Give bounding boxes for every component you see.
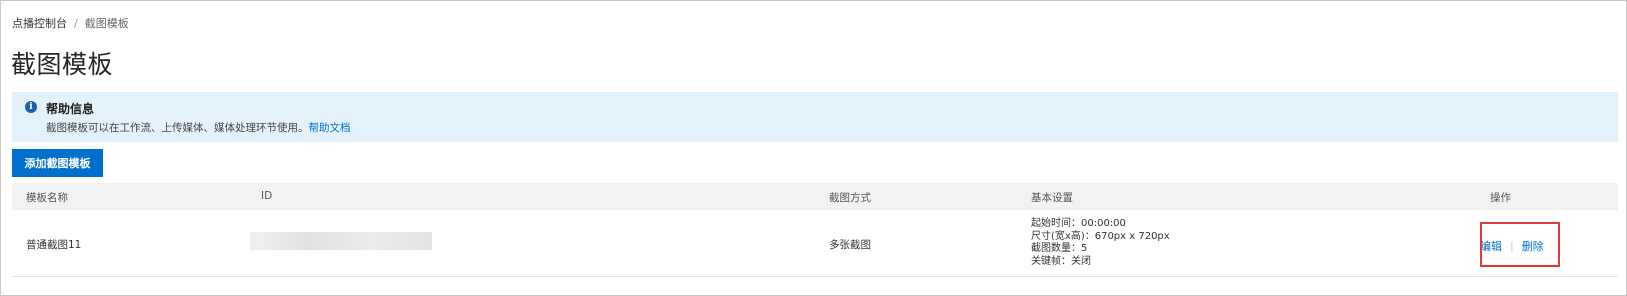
- column-header-id: ID: [261, 190, 273, 202]
- add-snapshot-template-button[interactable]: 添加截图模板: [12, 149, 103, 177]
- column-header-settings: 基本设置: [1031, 192, 1073, 204]
- breadcrumb-separator: /: [74, 17, 78, 30]
- help-doc-link[interactable]: 帮助文档: [309, 122, 351, 134]
- breadcrumb-console-link[interactable]: 点播控制台: [12, 17, 67, 30]
- setting-count: 截图数量：5: [1031, 243, 1088, 254]
- info-icon: i: [25, 101, 37, 113]
- help-description: 截图模板可以在工作流、上传媒体、媒体处理环节使用。: [46, 122, 309, 134]
- actions-highlight-box: [1480, 222, 1560, 267]
- page-frame: 点播控制台 / 截图模板 截图模板 i 帮助信息 截图模板可以在工作流、上传媒体、媒…: [0, 0, 1627, 296]
- column-header-actions: 操作: [1490, 192, 1511, 204]
- help-info-box: i 帮助信息 截图模板可以在工作流、上传媒体、媒体处理环节使用。帮助文档: [12, 92, 1618, 142]
- setting-start-time: 起始时间：00:00:00: [1031, 218, 1126, 229]
- column-header-name: 模板名称: [26, 192, 68, 204]
- basic-settings: 起始时间：00:00:00 尺寸(宽x高)：670px x 720px 截图数量…: [1031, 218, 1170, 268]
- table-row: 普通截图11 多张截图 起始时间：00:00:00 尺寸(宽x高)：670px …: [12, 210, 1618, 277]
- template-id-redacted: [250, 232, 432, 250]
- setting-keyframe: 关键帧：关闭: [1031, 255, 1091, 267]
- template-name: 普通截图11: [26, 239, 82, 251]
- breadcrumb: 点播控制台 / 截图模板: [12, 15, 129, 31]
- column-header-mode: 截图方式: [829, 192, 871, 204]
- help-text: 截图模板可以在工作流、上传媒体、媒体处理环节使用。帮助文档: [46, 120, 351, 135]
- setting-size: 尺寸(宽x高)：670px x 720px: [1031, 230, 1170, 242]
- template-table: 模板名称 ID 截图方式 基本设置 操作 普通截图11 多张截图 起始时间：00…: [12, 183, 1618, 277]
- page-title: 截图模板: [11, 50, 114, 79]
- table-header: 模板名称 ID 截图方式 基本设置 操作: [12, 183, 1618, 210]
- breadcrumb-current: 截图模板: [84, 17, 129, 30]
- help-title: 帮助信息: [46, 102, 95, 116]
- snapshot-mode: 多张截图: [829, 239, 871, 251]
